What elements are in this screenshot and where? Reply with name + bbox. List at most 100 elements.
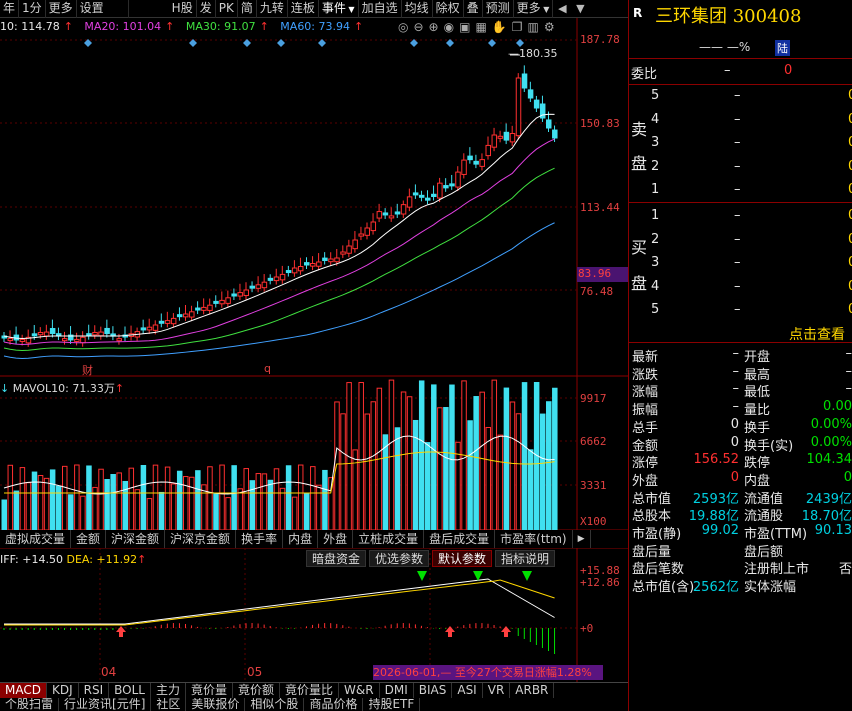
info-tab[interactable]: 商品价格 (304, 698, 364, 711)
calendar-icon[interactable]: ▦ (475, 20, 491, 34)
quote-value: 90.13 (814, 523, 852, 538)
order-price: – (734, 255, 741, 270)
quote-label: 最低 (744, 385, 771, 401)
tab-inner[interactable]: 内盘 (283, 530, 319, 548)
zoom-in-icon[interactable]: ⊕ (429, 20, 444, 34)
connect-badge: 陆 (775, 40, 790, 56)
target-icon[interactable]: ◎ (398, 20, 413, 34)
tab-kdj[interactable]: KDJ (47, 683, 79, 698)
month-label-05: 05 (247, 665, 263, 679)
tab-rsi[interactable]: RSI (79, 683, 110, 698)
copy-icon[interactable]: ❐ (512, 20, 528, 34)
order-price: – (734, 231, 741, 247)
gear-icon[interactable]: ⚙ (544, 20, 560, 34)
tab-bias[interactable]: BIAS (414, 683, 453, 698)
default-params-button[interactable]: 默认参数 (432, 550, 493, 567)
tab-outer[interactable]: 外盘 (318, 530, 354, 548)
tab-boll[interactable]: BOLL (109, 683, 151, 698)
toolbar-streak[interactable]: 连板 (288, 0, 319, 18)
tab-pe-ttm[interactable]: 市盈率(ttm) (495, 530, 573, 548)
trash-icon[interactable]: ▥ (528, 20, 544, 34)
quote-label: 换手(实) (744, 438, 794, 454)
tab-[interactable]: 主力 (151, 683, 186, 698)
tab-amount[interactable]: 金额 (71, 530, 107, 548)
quote-value: 2439亿 (805, 491, 852, 507)
toolbar-overlay[interactable]: 叠 (464, 0, 483, 18)
toolbar-nine-turn[interactable]: 九转 (257, 0, 288, 18)
toolbar-forecast[interactable]: 预测 (483, 0, 514, 18)
info-tab[interactable]: 美联报价 (186, 698, 246, 711)
eye-icon[interactable]: ◉ (444, 20, 459, 34)
toolbar-add-watchlist[interactable]: 加自选 (359, 0, 402, 18)
toolbar-pk[interactable]: PK (216, 0, 238, 18)
kline-chart[interactable] (0, 18, 628, 682)
toolbar-year[interactable]: 年 (0, 0, 20, 18)
macd-dea: DEA: +11.92 (66, 553, 138, 566)
info-tab[interactable]: 相似个股 (245, 698, 305, 711)
dark-pool-button[interactable]: 暗盘资金 (306, 550, 367, 567)
tab-asi[interactable]: ASI (452, 683, 483, 698)
lock-icon[interactable]: ▣ (459, 20, 475, 34)
macd-tick: +12.86 (580, 576, 620, 589)
quote-label: 流通值 (744, 491, 784, 507)
sell-label-1: 卖 (631, 120, 648, 139)
order-volume: 0 (848, 112, 852, 127)
chevron-down-icon: ▼ (345, 5, 355, 14)
toolbar-exright[interactable]: 除权 (433, 0, 464, 18)
order-volume: 0 (848, 182, 852, 197)
tab-macd[interactable]: MACD (0, 683, 47, 698)
quote-label: 开盘 (744, 350, 771, 365)
info-tab[interactable]: 持股ETF (363, 698, 421, 711)
info-tab[interactable]: 社区 (151, 698, 187, 711)
info-tab[interactable]: 个股扫雷 (0, 698, 60, 711)
toolbar-hshare[interactable]: H股 (169, 0, 197, 18)
tab-[interactable]: 竟价额 (233, 683, 281, 698)
toolbar-simple[interactable]: 简 (238, 0, 257, 18)
current-price-tag: 83.96 (577, 267, 628, 282)
ma60-value: MA60: 73.94 ↑ (280, 20, 364, 33)
toolbar-fa[interactable]: 发 (197, 0, 216, 18)
zoom-out-icon[interactable]: ⊖ (413, 20, 428, 34)
tab-hs-amount[interactable]: 沪深金额 (106, 530, 166, 548)
chevron-down-icon[interactable]: ▼ (571, 0, 589, 18)
hand-icon[interactable]: ✋ (492, 20, 512, 34)
order-volume: 0 (848, 302, 852, 317)
chart-toolbar: 年 1分 更多 设置 H股 发 PK 简 九转 连板 事件 ▼ 加自选 均线 除… (0, 0, 628, 18)
ma10-value: 10: 114.78 ↑ (0, 20, 73, 33)
ma20-value: MA20: 101.04 ↑ (84, 20, 175, 33)
tab-turnover[interactable]: 换手率 (236, 530, 284, 548)
toolbar-more[interactable]: 更多 (46, 0, 77, 18)
tab-pile-volume[interactable]: 立桩成交量 (353, 530, 425, 548)
tab-hsj-amount[interactable]: 沪深京金额 (165, 530, 237, 548)
tab-vr[interactable]: VR (483, 683, 511, 698)
indicator-help-button[interactable]: 指标说明 (495, 550, 556, 567)
toolbar-1min[interactable]: 1分 (19, 0, 46, 18)
volume-tick: 6662 (580, 435, 607, 448)
order-level: 3 (651, 255, 660, 270)
quote-value: – (845, 381, 852, 397)
tab-arbr[interactable]: ARBR (510, 683, 555, 698)
quote-label: 市盈(TTM) (744, 527, 808, 542)
toolbar-ma[interactable]: 均线 (402, 0, 433, 18)
toolbar-more2[interactable]: 更多 ▼ (514, 0, 554, 18)
optimal-params-button[interactable]: 优选参数 (369, 550, 430, 567)
info-tabs: 个股扫雷 行业资讯[元件] 社区 美联报价 相似个股 商品价格 持股ETF (0, 698, 628, 711)
chevron-left-icon[interactable]: ◀ (553, 0, 571, 18)
tab-[interactable]: 竟价量 (186, 683, 234, 698)
chevron-right-icon[interactable]: ▶ (573, 530, 591, 548)
indicator-selector: MACD KDJ RSI BOLL 主力 竟价量 竟价额 竟价量比 W&R DMI BIAS ASI V… (0, 682, 628, 698)
tab-[interactable]: 竟价量比 (280, 683, 340, 698)
tab-dmi[interactable]: DMI (380, 683, 414, 698)
tab-wr[interactable]: W&R (339, 683, 380, 698)
tab-virtual-volume[interactable]: 虚拟成交量 (0, 530, 72, 548)
toolbar-settings[interactable]: 设置 (77, 0, 129, 18)
quote-label: 实体涨幅 (744, 580, 797, 596)
order-level: 4 (651, 111, 660, 127)
toolbar-events[interactable]: 事件 ▼ (319, 0, 359, 18)
quote-label: 跌停 (744, 456, 771, 472)
info-tab[interactable]: 行业资讯[元件] (59, 698, 152, 711)
buy-label-1: 买 (631, 238, 648, 257)
quote-value: 2593亿 (692, 491, 739, 507)
tab-after-volume[interactable]: 盘后成交量 (424, 530, 496, 548)
click-view-link[interactable]: 点击查看 (789, 324, 845, 344)
